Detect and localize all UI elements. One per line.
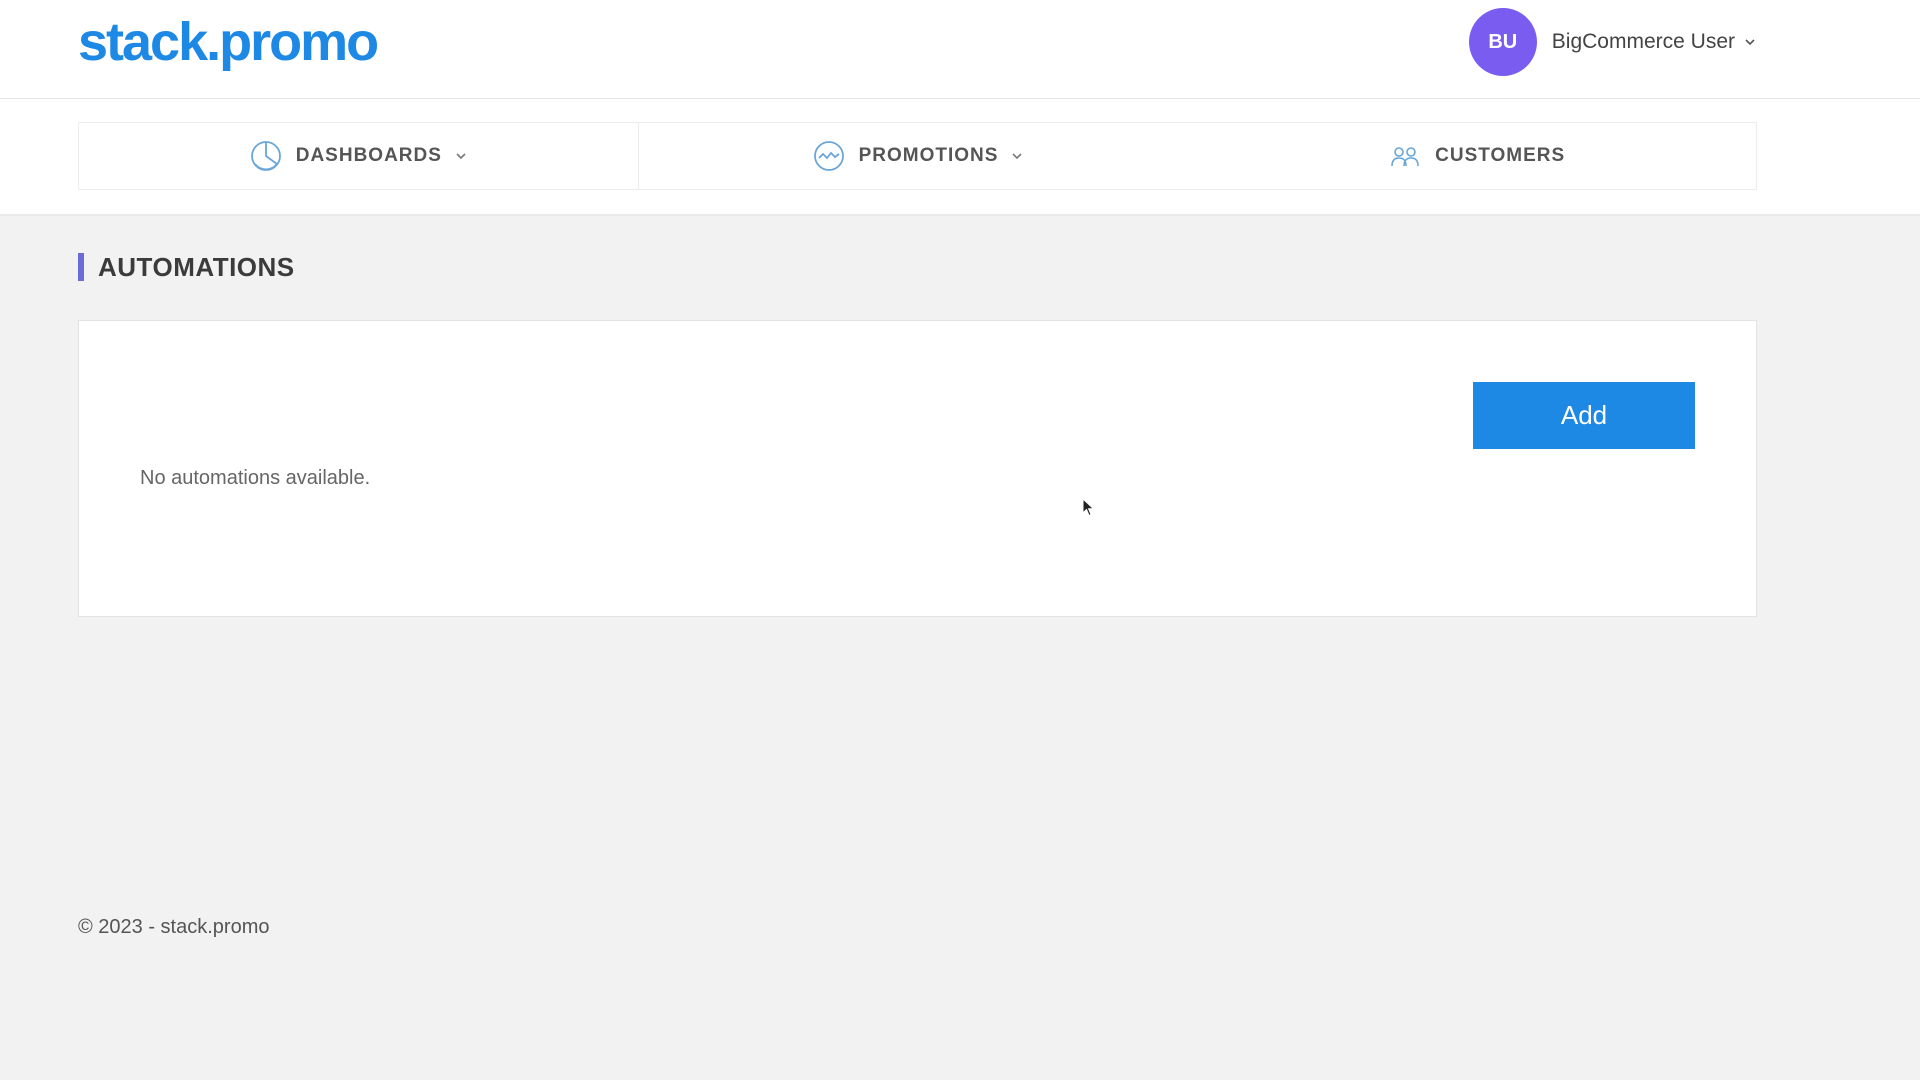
footer-copyright: © 2023 - stack.promo xyxy=(78,916,270,938)
chevron-down-icon xyxy=(456,153,466,160)
activity-icon xyxy=(813,141,844,171)
nav-label-promotions: PROMOTIONS xyxy=(858,145,999,166)
nav-bar: DASHBOARDS PROMOTIONS CUSTOMERS xyxy=(0,99,1920,216)
chevron-down-icon xyxy=(1012,153,1022,160)
pie-chart-icon xyxy=(250,141,281,171)
nav-item-promotions[interactable]: PROMOTIONS xyxy=(637,123,1198,189)
avatar[interactable]: BU xyxy=(1468,8,1537,76)
mouse-cursor-icon xyxy=(1082,498,1095,517)
main-nav: DASHBOARDS PROMOTIONS CUSTOMERS xyxy=(78,122,1757,190)
user-name[interactable]: BigCommerce User xyxy=(1552,30,1735,54)
chevron-down-icon[interactable] xyxy=(1743,35,1757,49)
nav-item-dashboards[interactable]: DASHBOARDS xyxy=(79,123,638,189)
automations-panel: Add No automations available. xyxy=(78,320,1757,617)
app-header: stack.promo BU BigCommerce User xyxy=(0,0,1920,99)
page-header: AUTOMATIONS xyxy=(78,251,295,282)
nav-label-customers: CUSTOMERS xyxy=(1435,145,1566,166)
title-accent-bar xyxy=(78,253,84,281)
nav-label-dashboards: DASHBOARDS xyxy=(295,145,442,166)
users-icon xyxy=(1391,147,1419,167)
logo[interactable]: stack.promo xyxy=(78,12,379,72)
page-title: AUTOMATIONS xyxy=(98,251,295,282)
empty-state-message: No automations available. xyxy=(140,467,371,489)
user-menu[interactable]: BU BigCommerce User xyxy=(1468,8,1757,76)
nav-item-customers[interactable]: CUSTOMERS xyxy=(1197,123,1756,189)
add-button[interactable]: Add xyxy=(1473,382,1695,449)
